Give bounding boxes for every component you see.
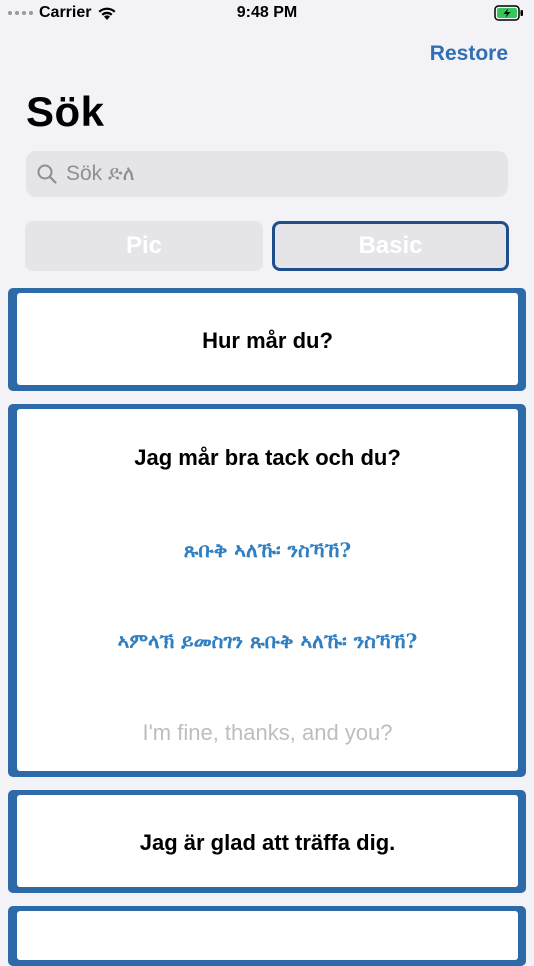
basic-segment-button[interactable]: Basic xyxy=(272,221,509,271)
phrase-card-body xyxy=(17,911,518,960)
swedish-phrase: Jag mår bra tack och du? xyxy=(134,445,401,470)
phrase-card-body: Jag mår bra tack och du? ጹቡቅ ኣለኹ፡ ንስኻኸ? … xyxy=(17,409,518,771)
phrase-card[interactable]: Hur mår du? xyxy=(8,288,526,391)
tigrinya-translation-alt: ኣምላኽ ይመስገን ጹቡቅ ኣለኹ፡ ንስኻኸ? xyxy=(117,629,418,653)
phrase-card-partial[interactable] xyxy=(8,906,526,966)
restore-button[interactable]: Restore xyxy=(430,42,508,66)
status-time: 9:48 PM xyxy=(236,4,298,21)
page-title: Sök xyxy=(26,88,105,135)
status-bar: Carrier 9:48 PM xyxy=(0,0,534,28)
english-translation: I'm fine, thanks, and you? xyxy=(142,720,393,745)
search-bar[interactable] xyxy=(26,151,508,197)
swedish-phrase: Hur mår du? xyxy=(202,328,333,353)
battery-charging-icon xyxy=(494,5,523,21)
swedish-phrase: Jag är glad att träffa dig. xyxy=(139,830,396,855)
phrase-card-expanded[interactable]: Jag mår bra tack och du? ጹቡቅ ኣለኹ፡ ንስኻኸ? … xyxy=(8,404,526,777)
search-input[interactable] xyxy=(64,161,488,187)
tigrinya-translation: ጹቡቅ ኣለኹ፡ ንስኻኸ? xyxy=(183,538,352,562)
pic-segment-button[interactable]: Pic xyxy=(25,221,263,271)
phrase-card-body: Hur mår du? xyxy=(17,293,518,385)
phrase-card-body: Jag är glad att träffa dig. xyxy=(17,795,518,887)
phrase-card[interactable]: Jag är glad att träffa dig. xyxy=(8,790,526,893)
search-icon xyxy=(37,164,57,184)
